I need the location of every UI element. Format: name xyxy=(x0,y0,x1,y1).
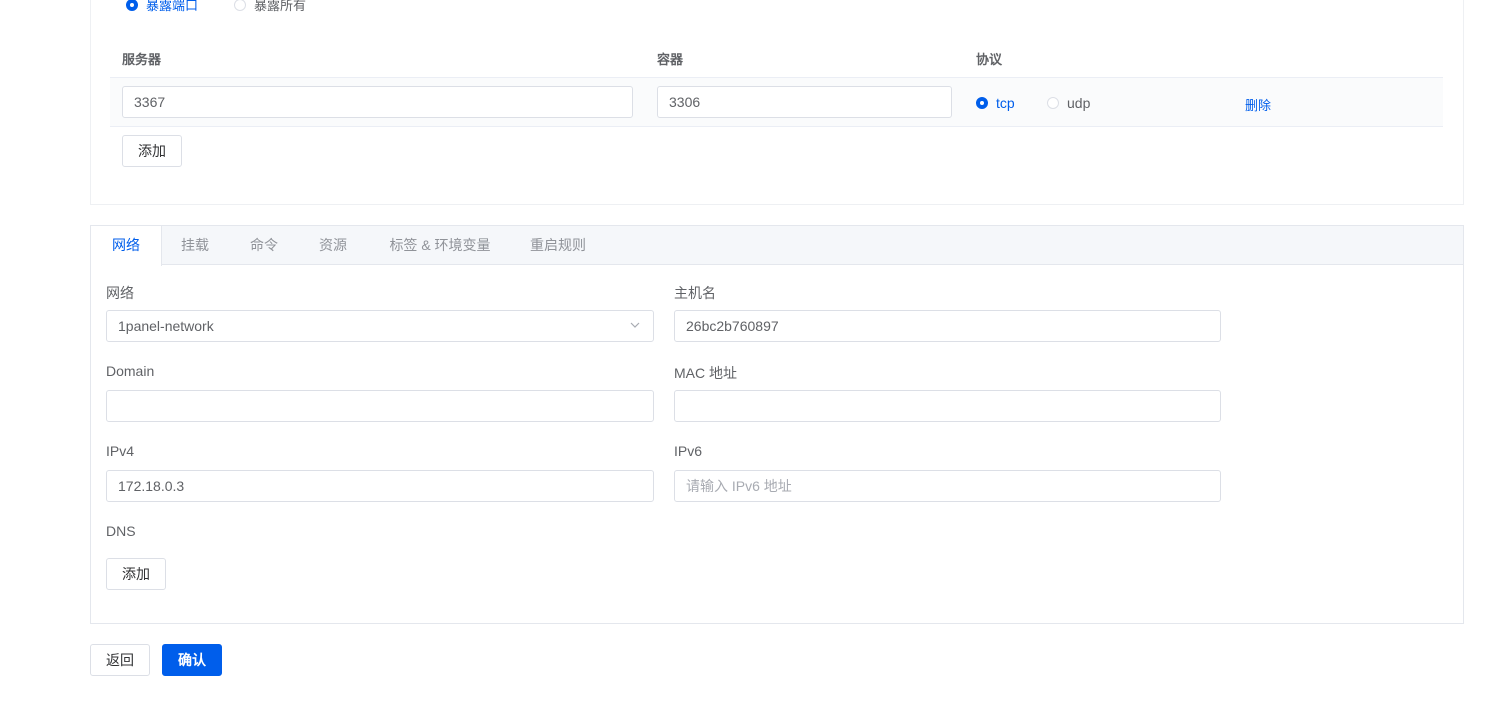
container-port-input[interactable]: 3306 xyxy=(657,86,952,118)
radio-udp[interactable]: udp xyxy=(1047,95,1090,111)
tab-mounts[interactable]: 挂载 xyxy=(167,226,223,265)
column-header-server: 服务器 xyxy=(122,52,162,67)
radio-tcp[interactable]: tcp xyxy=(976,95,1015,111)
mac-address-label: MAC 地址 xyxy=(674,365,737,381)
add-dns-button[interactable]: 添加 xyxy=(106,558,166,590)
confirm-button[interactable]: 确认 xyxy=(162,644,222,676)
ipv6-input[interactable]: 请输入 IPv6 地址 xyxy=(674,470,1221,502)
radio-expose-all[interactable]: 暴露所有 xyxy=(234,0,306,14)
radio-dot xyxy=(126,0,138,11)
radio-label: tcp xyxy=(996,95,1015,111)
config-tabs-card: 网络 挂载 命令 资源 标签 & 环境变量 重启规则 xyxy=(90,225,1464,624)
tab-command[interactable]: 命令 xyxy=(236,226,292,265)
radio-dot xyxy=(1047,97,1059,109)
hostname-label: 主机名 xyxy=(674,285,716,301)
ipv4-label: IPv4 xyxy=(106,443,135,459)
tab-restart-policy[interactable]: 重启规则 xyxy=(521,226,595,265)
chevron-down-icon xyxy=(630,322,640,328)
add-port-button[interactable]: 添加 xyxy=(122,135,182,167)
radio-label: 暴露所有 xyxy=(254,0,307,13)
column-header-protocol: 协议 xyxy=(976,52,1003,67)
delete-port-link[interactable]: 删除 xyxy=(1245,95,1271,114)
network-label: 网络 xyxy=(106,285,134,301)
tab-network[interactable]: 网络 xyxy=(91,226,162,266)
mac-address-input[interactable] xyxy=(674,390,1221,422)
network-select-value: 1panel-network xyxy=(118,318,214,334)
domain-input[interactable] xyxy=(106,390,654,422)
dns-label: DNS xyxy=(106,523,136,539)
tab-labels-env[interactable]: 标签 & 环境变量 xyxy=(380,226,500,265)
tab-bar: 网络 挂载 命令 资源 标签 & 环境变量 重启规则 xyxy=(91,226,1463,266)
radio-dot xyxy=(976,97,988,109)
network-select[interactable]: 1panel-network xyxy=(106,310,654,342)
radio-label: udp xyxy=(1067,95,1091,111)
table-divider xyxy=(110,126,1443,127)
radio-dot xyxy=(234,0,246,11)
hostname-input[interactable]: 26bc2b760897 xyxy=(674,310,1221,342)
ipv6-label: IPv6 xyxy=(674,443,703,459)
ipv4-input[interactable]: 172.18.0.3 xyxy=(106,470,654,502)
server-port-input[interactable]: 3367 xyxy=(122,86,633,118)
column-header-container: 容器 xyxy=(657,52,684,67)
radio-expose-port[interactable]: 暴露端口 xyxy=(126,0,198,14)
back-button[interactable]: 返回 xyxy=(90,644,150,676)
tab-resources[interactable]: 资源 xyxy=(305,226,361,265)
domain-label: Domain xyxy=(106,363,155,379)
radio-label: 暴露端口 xyxy=(146,0,199,13)
